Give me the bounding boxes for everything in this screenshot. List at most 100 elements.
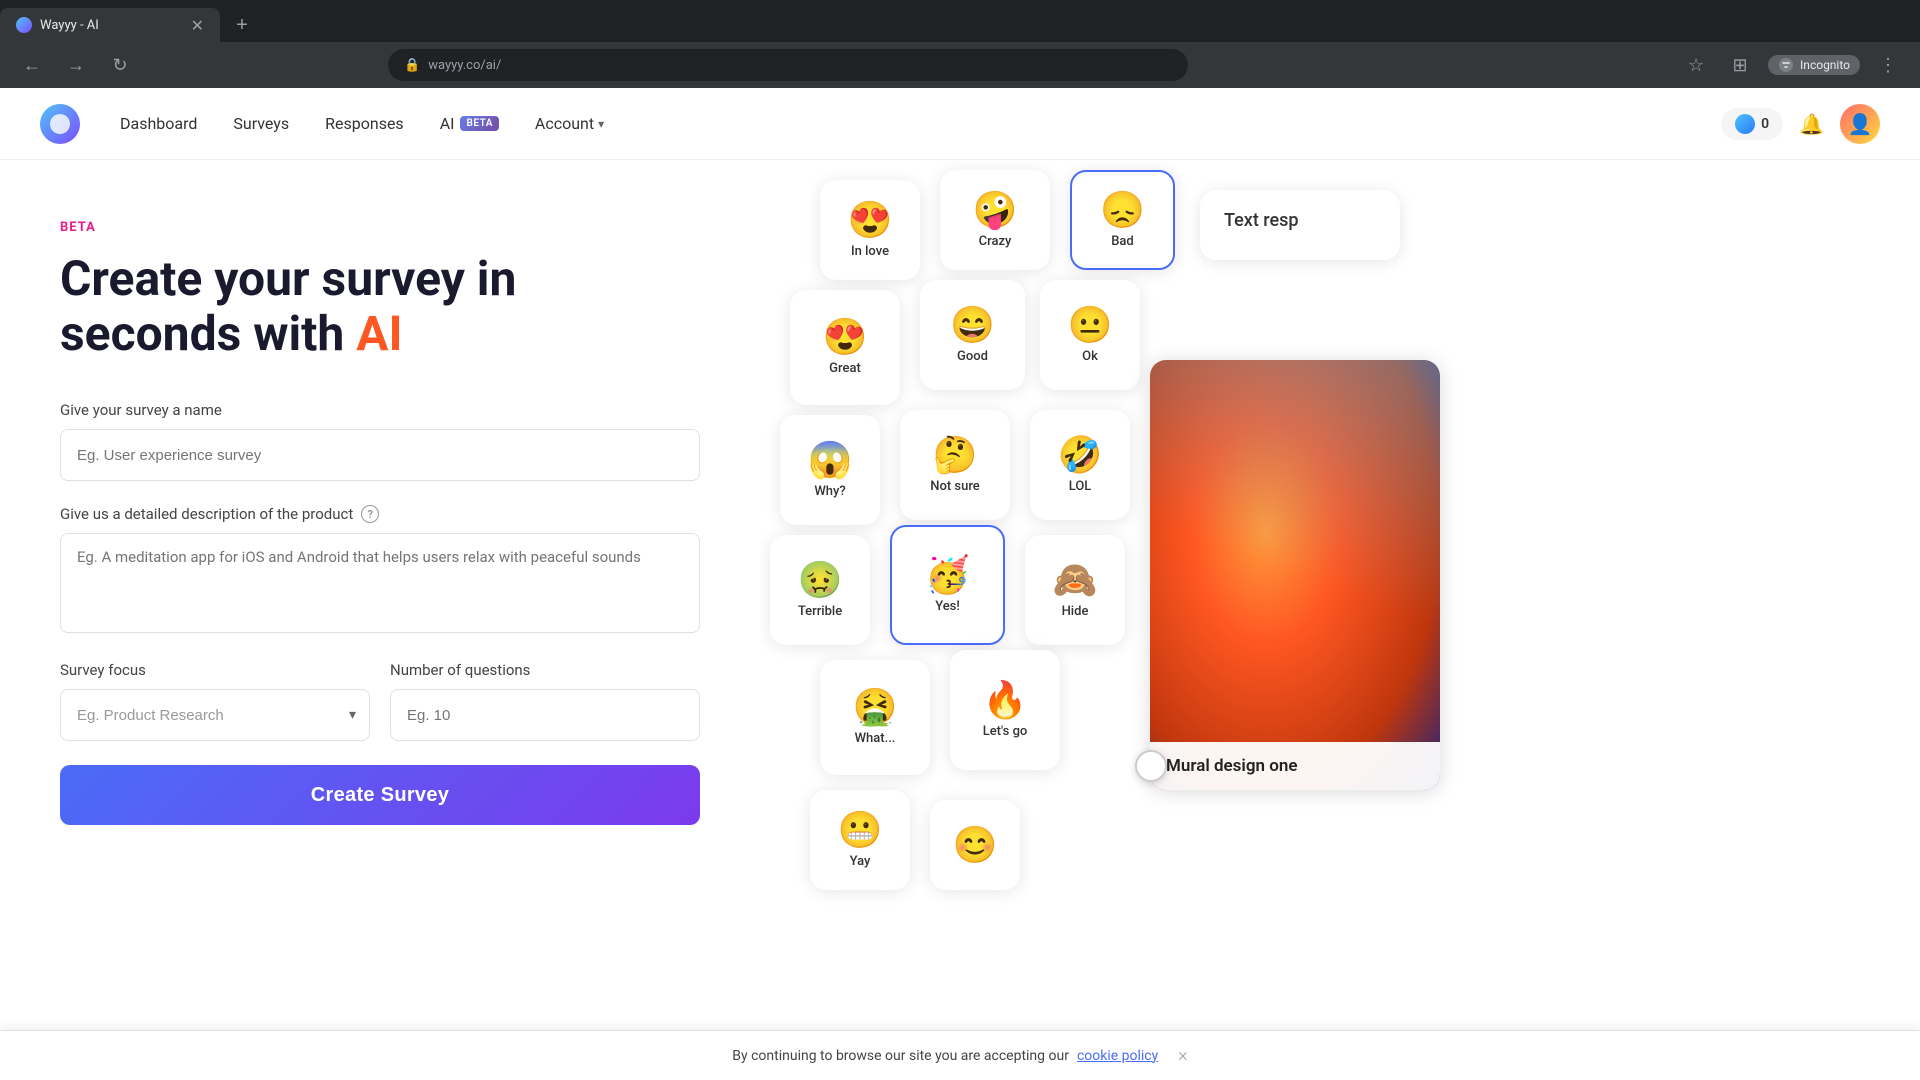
back-button[interactable]: ← <box>16 49 48 81</box>
emoji-card-terrible[interactable]: 🤢 Terrible <box>770 535 870 645</box>
nav-dashboard[interactable]: Dashboard <box>120 114 197 133</box>
terrible-emoji: 🤢 <box>798 562 843 598</box>
lets-go-label: Let's go <box>983 724 1028 739</box>
hide-label: Hide <box>1062 604 1089 619</box>
cookie-policy-link[interactable]: cookie policy <box>1077 1048 1158 1064</box>
terrible-label: Terrible <box>798 604 842 619</box>
crazy-emoji: 🤪 <box>973 192 1018 228</box>
description-label: Give us a detailed description of the pr… <box>60 505 700 523</box>
description-textarea[interactable] <box>60 533 700 633</box>
in-love-emoji: 😍 <box>848 202 893 238</box>
emoji-card-why[interactable]: 😱 Why? <box>780 415 880 525</box>
questions-label: Number of questions <box>390 661 700 679</box>
menu-icon[interactable]: ⋮ <box>1872 49 1904 81</box>
lock-icon: 🔒 <box>404 58 420 73</box>
browser-chrome: Wayyy - AI ✕ + ← → ↻ 🔒 wayyy.co/ai/ ☆ ⊞ … <box>0 0 1920 88</box>
avatar[interactable]: 👤 <box>1840 104 1880 144</box>
cookie-close-button[interactable]: × <box>1178 1045 1187 1066</box>
points-count: 0 <box>1761 116 1769 132</box>
mural-card-label: Mural design one <box>1166 756 1298 776</box>
logo-inner <box>50 114 70 134</box>
bell-icon[interactable]: 🔔 <box>1799 112 1824 136</box>
why-label: Why? <box>814 484 845 499</box>
what-emoji: 🤮 <box>853 689 898 725</box>
emoji-card-great[interactable]: 😍 Great <box>790 290 900 405</box>
cookie-text: By continuing to browse our site you are… <box>732 1048 1069 1064</box>
text-response-card: Text resp <box>1200 190 1400 260</box>
yes-label: Yes! <box>935 599 960 614</box>
cookie-banner: By continuing to browse our site you are… <box>0 1030 1920 1080</box>
nav-ai[interactable]: AI BETA <box>440 114 499 133</box>
avatar-placeholder: 👤 <box>1848 112 1873 136</box>
reload-button[interactable]: ↻ <box>104 49 136 81</box>
survey-focus-select[interactable]: Eg. Product Research <box>60 689 370 741</box>
emoji-card-crazy[interactable]: 🤪 Crazy <box>940 170 1050 270</box>
ok-emoji: 😐 <box>1068 307 1113 343</box>
emoji-card-bad[interactable]: 😞 Bad <box>1070 170 1175 270</box>
crazy-label: Crazy <box>979 234 1012 249</box>
emoji-card-yes[interactable]: 🥳 Yes! <box>890 525 1005 645</box>
hero-title-text2: seconds with <box>60 305 356 362</box>
emoji-card-extra[interactable]: 😊 <box>930 800 1020 890</box>
mural-design-card[interactable]: Mural design one <box>1150 360 1440 790</box>
bad-emoji: 😞 <box>1100 192 1145 228</box>
beta-label: BETA <box>60 220 700 235</box>
why-emoji: 😱 <box>808 442 853 478</box>
emoji-card-ok[interactable]: 😐 Ok <box>1040 280 1140 390</box>
incognito-badge: Incognito <box>1768 55 1860 75</box>
tab-close-button[interactable]: ✕ <box>191 16 204 35</box>
focus-select-wrapper: Eg. Product Research ▾ <box>60 689 370 741</box>
incognito-label: Incognito <box>1800 58 1850 72</box>
nav-links: Dashboard Surveys Responses AI BETA Acco… <box>120 114 604 133</box>
survey-name-input[interactable] <box>60 429 700 481</box>
emoji-card-yay[interactable]: 😬 Yay <box>810 790 910 890</box>
address-bar[interactable]: 🔒 wayyy.co/ai/ <box>388 49 1188 81</box>
help-icon[interactable]: ? <box>361 505 379 523</box>
forward-button[interactable]: → <box>60 49 92 81</box>
nav-responses[interactable]: Responses <box>325 114 404 133</box>
emoji-card-lets-go[interactable]: 🔥 Let's go <box>950 650 1060 770</box>
emoji-card-lol[interactable]: 🤣 LOL <box>1030 410 1130 520</box>
focus-form-section: Survey focus Eg. Product Research ▾ <box>60 661 370 741</box>
right-panel: Text resp 😍 In love 🤪 Crazy 😞 Bad 😍 <box>760 160 1920 1080</box>
nav-account-label: Account <box>535 114 594 133</box>
form-row: Survey focus Eg. Product Research ▾ Numb… <box>60 661 700 741</box>
create-survey-button[interactable]: Create Survey <box>60 765 700 825</box>
emoji-card-in-love[interactable]: 😍 In love <box>820 180 920 280</box>
nav-surveys[interactable]: Surveys <box>233 114 289 133</box>
great-emoji: 😍 <box>823 319 868 355</box>
nav-points[interactable]: 0 <box>1721 108 1783 140</box>
nav-logo[interactable] <box>40 104 80 144</box>
emoji-card-not-sure[interactable]: 🤔 Not sure <box>900 410 1010 520</box>
good-label: Good <box>957 349 988 364</box>
hero-title-text1: Create your survey in <box>60 250 516 307</box>
emoji-card-good[interactable]: 😄 Good <box>920 280 1025 390</box>
lol-emoji: 🤣 <box>1058 437 1103 473</box>
hero-title-ai: AI <box>356 305 402 362</box>
emoji-card-what[interactable]: 🤮 What... <box>820 660 930 775</box>
not-sure-label: Not sure <box>930 479 980 494</box>
lol-label: LOL <box>1069 479 1092 494</box>
active-tab[interactable]: Wayyy - AI ✕ <box>0 8 220 42</box>
yay-label: Yay <box>850 854 871 869</box>
yay-emoji: 😬 <box>838 812 883 848</box>
nav-account[interactable]: Account ▾ <box>535 114 604 133</box>
bookmark-star-icon[interactable]: ☆ <box>1680 49 1712 81</box>
extension-icon[interactable]: ⊞ <box>1724 49 1756 81</box>
app-wrapper: Dashboard Surveys Responses AI BETA Acco… <box>0 88 1920 1080</box>
lets-go-emoji: 🔥 <box>983 682 1028 718</box>
questions-form-section: Number of questions <box>390 661 700 741</box>
yes-emoji: 🥳 <box>925 557 970 593</box>
mural-radio-circle[interactable] <box>1135 750 1167 782</box>
ai-beta-badge: BETA <box>460 116 498 131</box>
emoji-card-hide[interactable]: 🙈 Hide <box>1025 535 1125 645</box>
tab-title: Wayyy - AI <box>40 18 99 33</box>
emoji-grid: Text resp 😍 In love 🤪 Crazy 😞 Bad 😍 <box>760 160 1920 1080</box>
hide-emoji: 🙈 <box>1053 562 1098 598</box>
bad-label: Bad <box>1111 234 1134 249</box>
new-tab-button[interactable]: + <box>228 11 256 39</box>
questions-count-input[interactable] <box>390 689 700 741</box>
nav-ai-label: AI <box>440 114 455 133</box>
browser-tabs: Wayyy - AI ✕ + <box>0 0 1920 42</box>
tab-favicon <box>16 17 32 33</box>
